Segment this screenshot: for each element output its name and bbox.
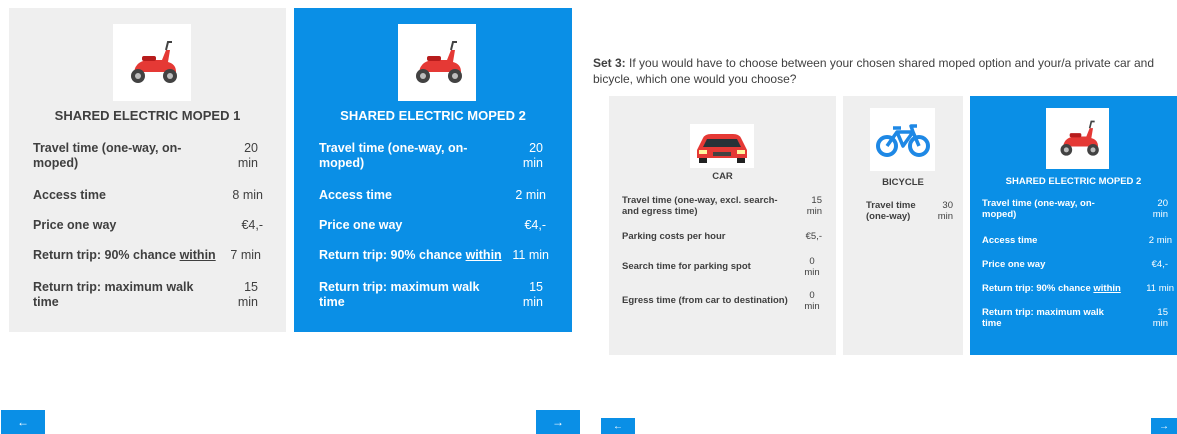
scooter-icon <box>1060 120 1099 156</box>
bicycle-icon-box <box>870 108 935 171</box>
travel-time-value: 20 min <box>1152 198 1168 220</box>
access-time-label: Access time <box>982 235 1038 246</box>
question-text: Set 3: If you would have to choose betwe… <box>593 55 1177 87</box>
scooter-icon-box <box>398 24 476 101</box>
access-time-label: Access time <box>319 188 392 202</box>
question-set-label: Set 3: <box>593 56 626 70</box>
egress-time-label: Egress time (from car to destination) <box>622 295 788 306</box>
option-title: SHARED ELECTRIC MOPED 1 <box>54 108 241 123</box>
scooter-icon-box <box>113 24 191 101</box>
max-walk-label: Return trip: maximum walk time <box>33 280 194 309</box>
scooter-icon-box <box>1046 108 1109 169</box>
option-card-bicycle[interactable]: BICYCLE Travel time (one-way) 30 min <box>843 96 963 355</box>
next-button[interactable]: → <box>536 410 580 434</box>
travel-time-label: Travel time (one-way, excl. search-and e… <box>622 195 778 217</box>
travel-time-value: 20 min <box>237 141 258 170</box>
search-time-value: 0 min <box>804 256 820 278</box>
price-value: €4,- <box>524 218 546 232</box>
max-walk-value: 15 min <box>522 280 543 309</box>
access-time-value: 8 min <box>232 188 263 202</box>
return-trip-prefix: Return trip: 90% chance <box>319 248 466 262</box>
bicycle-icon <box>875 123 930 157</box>
price-value: €4,- <box>241 218 263 232</box>
travel-time-value: 30 min <box>937 200 953 222</box>
price-label: Price one way <box>33 218 117 232</box>
prev-button[interactable]: ← <box>1 410 45 434</box>
max-walk-value: 15 min <box>237 280 258 309</box>
max-walk-label: Return trip: maximum walk time <box>319 280 480 309</box>
return-trip-value: 7 min <box>230 248 261 262</box>
return-trip-within: within <box>179 248 216 262</box>
travel-time-label: Travel time (one-way, on-moped) <box>319 141 468 170</box>
access-time-value: 2 min <box>515 188 546 202</box>
scooter-icon <box>416 40 462 83</box>
max-walk-label: Return trip: maximum walk time <box>982 307 1104 329</box>
return-trip-within: within <box>465 248 502 262</box>
max-walk-value: 15 min <box>1152 307 1168 329</box>
car-icon-box <box>690 124 754 168</box>
price-value: €4,- <box>1151 259 1168 270</box>
parking-cost-value: €5,- <box>805 231 822 242</box>
option-title: BICYCLE <box>882 177 924 188</box>
return-trip-label: Return trip: 90% chance within <box>319 248 529 263</box>
prev-button[interactable]: ← <box>601 418 635 434</box>
access-time-label: Access time <box>33 188 106 202</box>
price-label: Price one way <box>319 218 403 232</box>
question-body: If you would have to choose between your… <box>593 56 1155 86</box>
parking-cost-label: Parking costs per hour <box>622 231 726 242</box>
option-title: SHARED ELECTRIC MOPED 2 <box>1005 176 1142 187</box>
option-card-moped-2[interactable]: SHARED ELECTRIC MOPED 2 Travel time (one… <box>294 8 572 332</box>
option-card-moped-1[interactable]: SHARED ELECTRIC MOPED 1 Travel time (one… <box>9 8 286 332</box>
price-label: Price one way <box>982 259 1046 270</box>
option-title: CAR <box>712 171 733 182</box>
travel-time-value: 20 min <box>522 141 543 170</box>
search-time-label: Search time for parking spot <box>622 261 751 272</box>
option-card-moped-2[interactable]: SHARED ELECTRIC MOPED 2 Travel time (one… <box>970 96 1177 355</box>
access-time-value: 2 min <box>1148 235 1172 246</box>
car-icon <box>697 134 747 163</box>
return-trip-within: within <box>1093 283 1121 294</box>
scooter-icon <box>131 40 177 83</box>
return-trip-label: Return trip: 90% chance within <box>33 248 243 263</box>
option-card-car[interactable]: CAR Travel time (one-way, excl. search-a… <box>609 96 836 355</box>
return-trip-label: Return trip: 90% chance within <box>982 283 1142 294</box>
travel-time-label: Travel time (one-way, on-moped) <box>982 198 1095 220</box>
return-trip-value: 11 min <box>512 248 549 262</box>
travel-time-label: Travel time (one-way, on-moped) <box>33 141 182 170</box>
travel-time-value: 15 min <box>806 195 822 217</box>
travel-time-label: Travel time (one-way) <box>866 200 916 222</box>
return-trip-value: 11 min <box>1146 283 1174 294</box>
return-trip-prefix: Return trip: 90% chance <box>33 248 180 262</box>
option-title: SHARED ELECTRIC MOPED 2 <box>340 108 526 123</box>
egress-time-value: 0 min <box>804 290 820 312</box>
next-button[interactable]: → <box>1151 418 1177 434</box>
return-trip-prefix: Return trip: 90% chance <box>982 283 1094 294</box>
